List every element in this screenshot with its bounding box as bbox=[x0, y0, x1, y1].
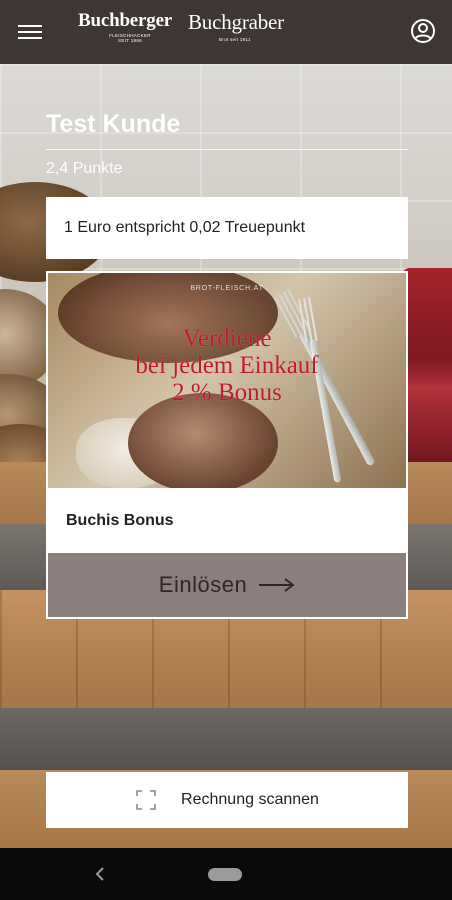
logo-brand-buchgraber: Buchgraber bbox=[188, 10, 284, 34]
app-bar: Buchberger FLEISCHHACKER SEIT 1966 Buchg… bbox=[0, 0, 452, 64]
scan-receipt-button[interactable]: Rechnung scannen bbox=[46, 772, 408, 828]
redeem-button-label: Einlösen bbox=[158, 572, 248, 597]
header-divider bbox=[46, 149, 408, 150]
brand-logo: Buchberger FLEISCHHACKER SEIT 1966 Buchg… bbox=[78, 10, 298, 50]
promo-headline-line: 2 % Bonus bbox=[172, 379, 282, 406]
hamburger-menu-icon bbox=[18, 24, 42, 40]
user-name: Test Kunde bbox=[46, 110, 181, 138]
promo-headline-line: bei jedem Einkauf bbox=[135, 352, 319, 379]
scan-frame-icon bbox=[136, 790, 156, 810]
scan-receipt-label: Rechnung scannen bbox=[181, 791, 319, 808]
promo-website: BROT-FLEISCH.AT bbox=[190, 285, 264, 292]
arrow-right-icon bbox=[259, 578, 295, 592]
bonus-promo-image: BROT-FLEISCH.AT Verdiene bei jedem Einka… bbox=[48, 273, 406, 488]
home-pill-button[interactable] bbox=[208, 868, 242, 881]
account-button[interactable] bbox=[408, 16, 438, 46]
chevron-left-icon[interactable] bbox=[88, 862, 112, 886]
points-balance: 2,4 Punkte bbox=[46, 160, 123, 177]
logo-brand-buchgraber-sub: Brot seit 1911 bbox=[219, 37, 251, 42]
conversion-info-card: 1 Euro entspricht 0,02 Treuepunkt bbox=[46, 197, 408, 259]
promo-headline-line: Verdiene bbox=[182, 325, 272, 352]
background-meat bbox=[402, 268, 452, 468]
redeem-button[interactable]: Einlösen bbox=[48, 553, 406, 617]
menu-button[interactable] bbox=[12, 14, 48, 50]
account-circle-icon bbox=[411, 19, 435, 43]
bonus-card: BROT-FLEISCH.AT Verdiene bei jedem Einka… bbox=[46, 271, 408, 619]
crate-plank bbox=[0, 708, 452, 770]
system-navigation-bar bbox=[0, 848, 452, 900]
conversion-info-text: 1 Euro entspricht 0,02 Treuepunkt bbox=[64, 219, 306, 236]
logo-brand-buchberger: Buchberger bbox=[78, 10, 173, 31]
bonus-title: Buchis Bonus bbox=[66, 512, 174, 529]
promo-headline: Verdiene bei jedem Einkauf 2 % Bonus bbox=[48, 325, 406, 406]
logo-brand-buchberger-sub: FLEISCHHACKER SEIT 1966 bbox=[109, 33, 151, 43]
promo-pulled-meat bbox=[128, 393, 278, 488]
